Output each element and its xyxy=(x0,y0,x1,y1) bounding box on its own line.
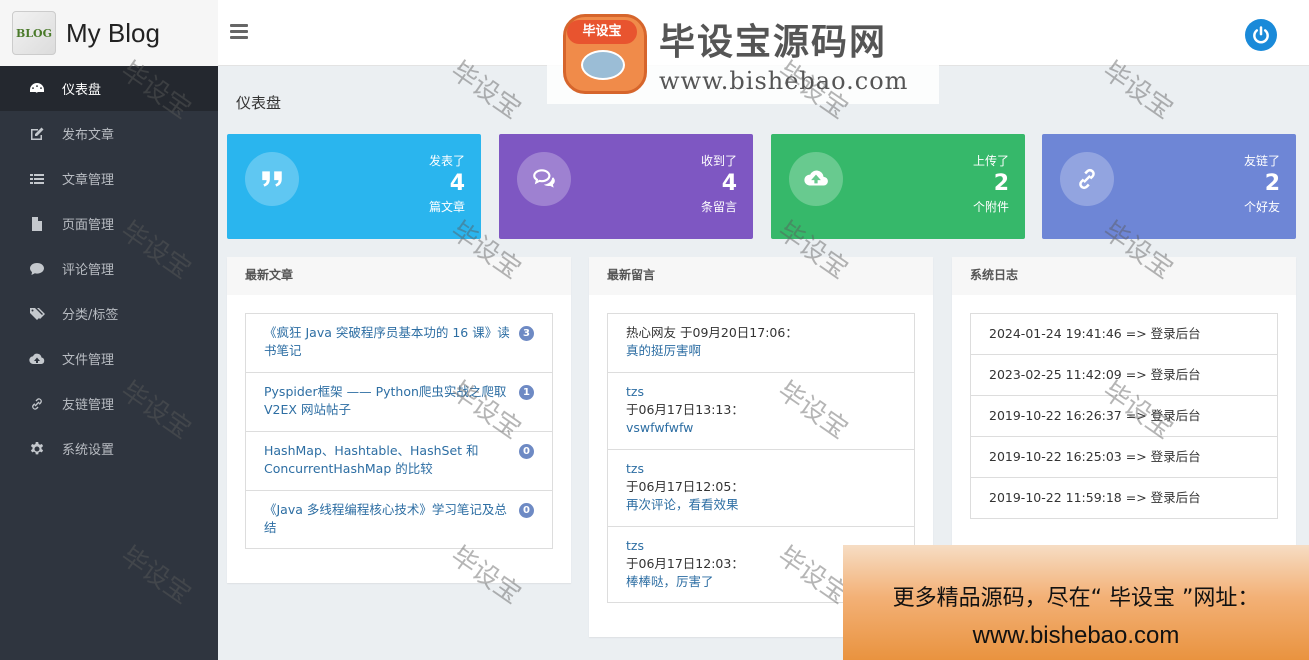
stat-card-files[interactable]: 上传了 2 个附件 xyxy=(771,134,1025,239)
cloud-upload-icon xyxy=(789,152,843,206)
sidebar-item-label: 系统设置 xyxy=(62,443,115,458)
sidebar-item-label: 文件管理 xyxy=(62,353,115,368)
panel-title: 系统日志 xyxy=(952,257,1296,295)
file-icon xyxy=(28,216,46,232)
list-item[interactable]: tzs 于06月17日12:05： 再次评论，看看效果 xyxy=(608,450,914,527)
list-item[interactable]: Pyspider框架 —— Python爬虫实战之爬取 V2EX 网站帖子 1 xyxy=(246,373,552,432)
sidebar-item-articles[interactable]: 文章管理 xyxy=(0,156,218,201)
log-entry: 2019-10-22 11:59:18 => 登录后台 xyxy=(989,490,1201,505)
sidebar-item-pages[interactable]: 页面管理 xyxy=(0,201,218,246)
stat-count: 4 xyxy=(449,171,465,196)
system-log-panel: 系统日志 2024-01-24 19:41:46 => 登录后台 2023-02… xyxy=(952,257,1296,545)
list-item[interactable]: 《Java 多线程编程核心技术》学习笔记及总结 0 xyxy=(246,491,552,548)
cloud-upload-icon xyxy=(28,351,46,367)
sidebar-item-tags[interactable]: 分类/标签 xyxy=(0,291,218,336)
brand[interactable]: BLOG My Blog xyxy=(0,0,218,66)
stat-label-top: 发表了 xyxy=(428,154,465,168)
stat-card-comments[interactable]: 收到了 4 条留言 xyxy=(499,134,753,239)
link-icon xyxy=(28,396,46,412)
sidebar-item-publish[interactable]: 发布文章 xyxy=(0,111,218,156)
sidebar-item-label: 页面管理 xyxy=(62,218,115,233)
comment-time: 于06月17日13:13： xyxy=(626,402,744,417)
page-title: 仪表盘 xyxy=(236,94,282,112)
stat-label-bottom: 条留言 xyxy=(700,200,737,214)
sidebar-item-label: 分类/标签 xyxy=(62,308,119,323)
sidebar-item-settings[interactable]: 系统设置 xyxy=(0,426,218,471)
comment-count-badge: 0 xyxy=(519,503,534,518)
sidebar-item-dashboard[interactable]: 仪表盘 xyxy=(0,66,218,111)
stat-count: 2 xyxy=(993,171,1009,196)
log-list: 2024-01-24 19:41:46 => 登录后台 2023-02-25 1… xyxy=(970,313,1278,519)
sidebar: 仪表盘 发布文章 文章管理 页面管理 评论管理 分类/标签 文件管理 友链管理 … xyxy=(0,66,218,660)
comment-content-link[interactable]: vswfwfwfw xyxy=(626,419,896,437)
comment-author[interactable]: tzs xyxy=(626,460,896,478)
promo-url: www.bishebao.com xyxy=(972,622,1180,649)
article-link[interactable]: Pyspider框架 —— Python爬虫实战之爬取 V2EX 网站帖子 xyxy=(264,384,506,417)
list-item[interactable]: HashMap、Hashtable、HashSet 和 ConcurrentHa… xyxy=(246,432,552,491)
article-link[interactable]: HashMap、Hashtable、HashSet 和 ConcurrentHa… xyxy=(264,443,479,476)
list-item[interactable]: 《疯狂 Java 突破程序员基本功的 16 课》读书笔记 3 xyxy=(246,314,552,373)
panel-title: 最新文章 xyxy=(227,257,571,295)
stat-label-top: 友链了 xyxy=(1243,154,1280,168)
stat-label-bottom: 个好友 xyxy=(1243,200,1280,214)
promo-text: 更多精品源码，尽在“ 毕设宝 ”网址： xyxy=(892,586,1260,611)
comment-time: 于09月20日17:06： xyxy=(680,325,798,340)
comment-count-badge: 3 xyxy=(519,326,534,341)
tags-icon xyxy=(28,306,46,322)
articles-list: 《疯狂 Java 突破程序员基本功的 16 课》读书笔记 3 Pyspider框… xyxy=(245,313,553,549)
link-icon xyxy=(1060,152,1114,206)
latest-articles-panel: 最新文章 《疯狂 Java 突破程序员基本功的 16 课》读书笔记 3 Pysp… xyxy=(227,257,571,583)
log-entry: 2019-10-22 16:26:37 => 登录后台 xyxy=(971,396,1277,437)
sidebar-item-files[interactable]: 文件管理 xyxy=(0,336,218,381)
list-item[interactable]: 热心网友 于09月20日17:06： 真的挺厉害啊 xyxy=(608,314,914,373)
stat-count: 2 xyxy=(1264,171,1280,196)
sidebar-item-label: 发布文章 xyxy=(62,128,115,143)
comment-content-link[interactable]: 再次评论，看看效果 xyxy=(626,496,896,514)
comment-time: 于06月17日12:05： xyxy=(626,479,744,494)
banner-title: 毕设宝源码网 xyxy=(659,22,888,63)
banner-url: www.bishebao.com xyxy=(659,67,909,95)
list-icon xyxy=(28,171,46,187)
stat-count: 4 xyxy=(721,171,737,196)
log-entry: 2019-10-22 16:25:03 => 登录后台 xyxy=(971,437,1277,478)
list-item[interactable]: tzs 于06月17日13:13： vswfwfwfw xyxy=(608,373,914,450)
comment-count-badge: 0 xyxy=(519,444,534,459)
stat-label-bottom: 篇文章 xyxy=(428,200,465,214)
sidebar-item-comments[interactable]: 评论管理 xyxy=(0,246,218,291)
brand-logo: BLOG xyxy=(12,11,56,55)
log-entry: 2023-02-25 11:42:09 => 登录后台 xyxy=(971,355,1277,396)
article-link[interactable]: 《Java 多线程编程核心技术》学习笔记及总结 xyxy=(264,502,507,535)
stat-label-bottom: 个附件 xyxy=(972,200,1009,214)
dashboard-icon xyxy=(28,81,46,97)
stat-card-links[interactable]: 友链了 2 个好友 xyxy=(1042,134,1296,239)
panel-title: 最新留言 xyxy=(589,257,933,295)
sidebar-item-label: 仪表盘 xyxy=(62,83,102,98)
brand-name: My Blog xyxy=(66,17,160,48)
sidebar-item-label: 文章管理 xyxy=(62,173,115,188)
banner-logo-text: 毕设宝 xyxy=(567,20,637,44)
logout-power-icon[interactable] xyxy=(1245,19,1277,51)
sidebar-item-links[interactable]: 友链管理 xyxy=(0,381,218,426)
stat-card-articles[interactable]: 发表了 4 篇文章 xyxy=(227,134,481,239)
comment-count-badge: 1 xyxy=(519,385,534,400)
menu-toggle-icon[interactable] xyxy=(230,24,248,40)
quote-icon xyxy=(245,152,299,206)
sidebar-item-label: 评论管理 xyxy=(62,263,115,278)
comments-icon xyxy=(517,152,571,206)
promo-banner: 更多精品源码，尽在“ 毕设宝 ”网址： www.bishebao.com xyxy=(843,545,1309,660)
comment-author: 热心网友 xyxy=(626,325,677,340)
stat-label-top: 收到了 xyxy=(700,154,737,168)
banner-logo: 毕设宝 xyxy=(557,8,653,100)
article-link[interactable]: 《疯狂 Java 突破程序员基本功的 16 课》读书笔记 xyxy=(264,325,510,358)
stat-label-top: 上传了 xyxy=(972,154,1009,168)
gear-icon xyxy=(28,441,46,457)
log-entry: 2024-01-24 19:41:46 => 登录后台 xyxy=(971,314,1277,355)
comment-author[interactable]: tzs xyxy=(626,383,896,401)
sidebar-item-label: 友链管理 xyxy=(62,398,115,413)
edit-icon xyxy=(28,126,46,142)
comments-icon xyxy=(28,261,46,277)
watermark-banner: 毕设宝 毕设宝源码网 www.bishebao.com xyxy=(547,4,939,104)
comment-content-link[interactable]: 真的挺厉害啊 xyxy=(626,342,896,360)
